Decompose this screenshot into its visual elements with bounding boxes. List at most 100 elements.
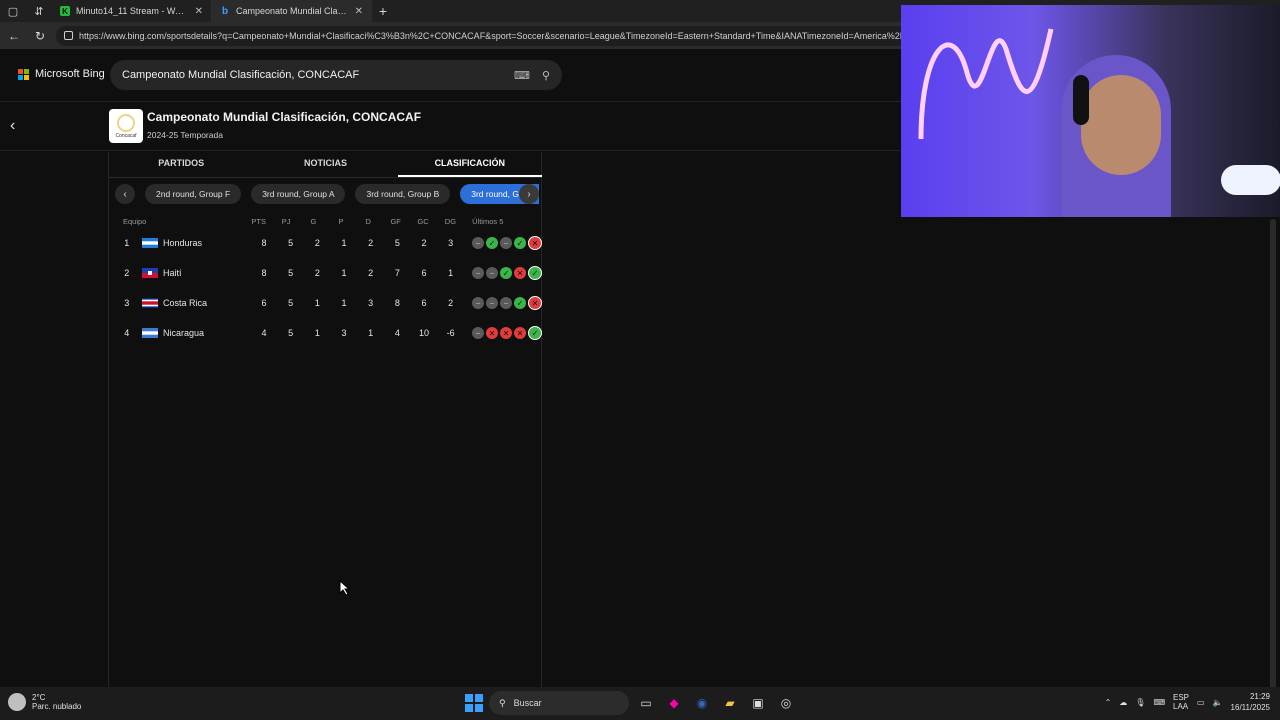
task-view-icon[interactable]: ▭ — [635, 692, 657, 714]
page-scrollbar[interactable] — [1270, 219, 1276, 699]
microsoft-logo-icon — [18, 68, 29, 80]
weather-widget[interactable]: 2°C Parc. nublado — [8, 693, 81, 711]
loss-icon: ✕ — [528, 296, 543, 310]
volume-icon[interactable]: 🔈 — [1213, 698, 1223, 707]
refresh-icon[interactable]: ↻ — [30, 26, 50, 46]
draw-icon: − — [500, 237, 513, 249]
chrome-icon[interactable]: ◎ — [775, 692, 797, 714]
team-name[interactable]: Costa Rica — [163, 298, 251, 308]
clock[interactable]: 21:29 16/11/2025 — [1231, 691, 1270, 713]
stat-pj: 5 — [288, 328, 294, 338]
lamp-light — [1221, 165, 1280, 195]
bing-logo-text: Microsoft Bing — [35, 68, 105, 80]
table-row[interactable]: 4 Nicaragua 4 5 1 3 1 4 10 -6− ✕ ✕ ✕ ✓ — [109, 318, 543, 348]
table-row[interactable]: 2 Haití 8 5 2 1 2 7 6 1− − ✓ ✕ ✓ — [109, 258, 543, 288]
tab-noticias[interactable]: NOTICIAS — [253, 152, 397, 177]
stat-pts: 8 — [261, 238, 267, 248]
group-chip[interactable]: 3rd round, Group B — [355, 184, 451, 204]
table-row[interactable]: 1 Honduras 8 5 2 1 2 5 2 3− ✓ − ✓ ✕ — [109, 228, 543, 258]
stat-pj: 5 — [288, 238, 294, 248]
stat-g: 2 — [314, 268, 320, 278]
stat-d: 2 — [368, 268, 374, 278]
search-icon[interactable]: ⚲ — [542, 69, 550, 82]
header-form: Últimos 5 — [472, 216, 504, 226]
team-name[interactable]: Honduras — [163, 238, 251, 248]
stat-dg: -6 — [446, 328, 455, 338]
competition-header: ‹ Concacaf Campeonato Mundial Clasificac… — [0, 103, 900, 151]
position: 1 — [124, 238, 130, 248]
stat-g: 1 — [314, 328, 320, 338]
loss-icon: ✕ — [528, 236, 543, 250]
stat-p: 1 — [341, 238, 347, 248]
onedrive-icon[interactable]: ☁ — [1119, 698, 1127, 707]
nicaragua-flag-icon — [142, 328, 159, 338]
header-p: P — [338, 216, 344, 226]
content-tabs: PARTIDOS NOTICIAS CLASIFICACIÓN — [109, 152, 542, 178]
taskbar-search[interactable]: ⚲ Buscar — [489, 691, 629, 715]
store-icon[interactable]: ▣ — [747, 692, 769, 714]
tab-partidos[interactable]: PARTIDOS — [109, 152, 253, 177]
stat-g: 1 — [314, 298, 320, 308]
neon-light-icon — [918, 28, 1054, 140]
win-icon: ✓ — [500, 267, 513, 279]
stat-pj: 5 — [288, 268, 294, 278]
chevron-left-icon[interactable]: ‹ — [115, 184, 135, 204]
stat-d: 3 — [368, 298, 374, 308]
kick-favicon-icon: K — [60, 6, 70, 16]
language-indicator[interactable]: ESP LAA — [1173, 693, 1189, 711]
stat-p: 1 — [341, 298, 347, 308]
chevron-right-icon[interactable]: › — [519, 184, 539, 204]
vertical-tabs-icon[interactable]: ⇵ — [26, 0, 52, 22]
close-tab-icon[interactable]: ✕ — [355, 6, 363, 17]
windows-start-icon[interactable] — [465, 694, 483, 712]
standings-table: Equipo PTS PJ G P D GF GC DG Últimos 5 1… — [109, 214, 543, 348]
browser-tab-bing[interactable]: b Campeonato Mundial Clasificació ✕ — [212, 0, 372, 22]
url-text: https://www.bing.com/sportsdetails?q=Cam… — [79, 30, 912, 41]
person-face — [1081, 75, 1161, 175]
group-chip[interactable]: 2nd round, Group F — [145, 184, 242, 204]
new-tab-button[interactable]: + — [372, 3, 394, 19]
network-icon[interactable]: ▭ — [1197, 698, 1205, 707]
file-explorer-icon[interactable]: ▰ — [719, 692, 741, 714]
tab-clasificacion[interactable]: CLASIFICACIÓN — [397, 152, 542, 177]
stat-dg: 3 — [448, 238, 454, 248]
copilot-icon[interactable]: ◆ — [663, 692, 685, 714]
table-row[interactable]: 3 Costa Rica 6 5 1 1 3 8 6 2− − − ✓ ✕ — [109, 288, 543, 318]
back-chevron-icon[interactable]: ‹ — [10, 117, 15, 135]
team-name[interactable]: Nicaragua — [163, 328, 251, 338]
taskbar-search-label: Buscar — [513, 698, 542, 708]
costa-rica-flag-icon — [142, 298, 159, 308]
stat-p: 3 — [341, 328, 347, 338]
stat-gc: 6 — [421, 268, 427, 278]
header-gf: GF — [390, 216, 401, 226]
team-name[interactable]: Haití — [163, 268, 251, 278]
search-box[interactable]: Campeonato Mundial Clasificación, CONCAC… — [110, 60, 562, 90]
header-g: G — [310, 216, 317, 226]
close-tab-icon[interactable]: ✕ — [195, 6, 203, 17]
tab-actions-icon[interactable]: ▢ — [0, 0, 26, 22]
keyboard-icon[interactable]: ⌨ — [514, 69, 530, 82]
tab-title: Campeonato Mundial Clasificació — [236, 6, 349, 16]
bing-logo[interactable]: Microsoft Bing — [18, 68, 105, 80]
stat-gc: 2 — [421, 238, 427, 248]
search-input[interactable]: Campeonato Mundial Clasificación, CONCAC… — [122, 69, 502, 81]
keyboard-icon[interactable]: ⌨ — [1153, 698, 1165, 707]
search-icon: ⚲ — [499, 697, 506, 708]
haiti-flag-icon — [142, 268, 159, 278]
headset — [1073, 75, 1089, 125]
group-chip[interactable]: 3rd round, Group A — [251, 184, 346, 204]
win-icon: ✓ — [514, 237, 527, 249]
draw-icon: − — [472, 237, 485, 249]
stat-pj: 5 — [288, 298, 294, 308]
browser-tab-stream[interactable]: K Minuto14_11 Stream - Watch Live ✕ — [52, 0, 212, 22]
draw-icon: − — [486, 297, 499, 309]
microphone-icon[interactable]: 🎙 — [1135, 698, 1145, 707]
stat-gf: 5 — [394, 238, 400, 248]
edge-icon[interactable]: ◉ — [691, 692, 713, 714]
back-arrow-icon[interactable]: ← — [4, 26, 24, 46]
lang-top: ESP — [1173, 693, 1190, 702]
chevron-up-icon[interactable]: ⌃ — [1105, 698, 1112, 707]
position: 4 — [124, 328, 130, 338]
concacaf-logo: Concacaf — [109, 109, 143, 143]
cloud-icon — [8, 693, 26, 711]
